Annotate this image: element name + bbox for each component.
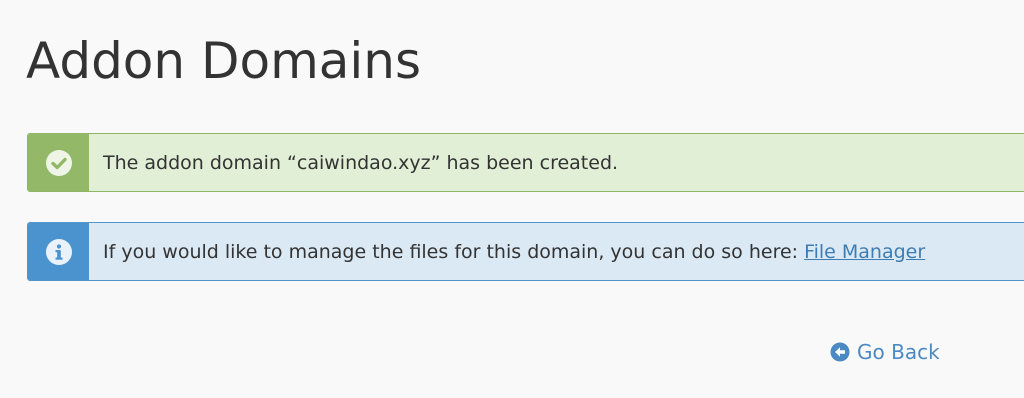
info-circle-icon — [45, 238, 73, 266]
info-alert: If you would like to manage the files fo… — [27, 222, 1024, 281]
addon-domains-page: Addon Domains The addon domain “caiwinda… — [0, 0, 1024, 398]
go-back-link[interactable]: Go Back — [830, 340, 940, 364]
success-alert-icon-column — [28, 134, 89, 191]
info-alert-icon-column — [28, 223, 89, 280]
info-alert-message: If you would like to manage the files fo… — [89, 223, 925, 280]
check-circle-icon — [45, 149, 73, 177]
arrow-circle-left-icon — [830, 342, 850, 362]
page-title: Addon Domains — [26, 32, 422, 90]
success-alert-message: The addon domain “caiwindao.xyz” has bee… — [103, 151, 619, 174]
info-alert-text: If you would like to manage the files fo… — [103, 240, 799, 263]
success-alert: The addon domain “caiwindao.xyz” has bee… — [27, 133, 1024, 192]
go-back-label: Go Back — [857, 340, 940, 364]
file-manager-link[interactable]: File Manager — [804, 241, 925, 263]
